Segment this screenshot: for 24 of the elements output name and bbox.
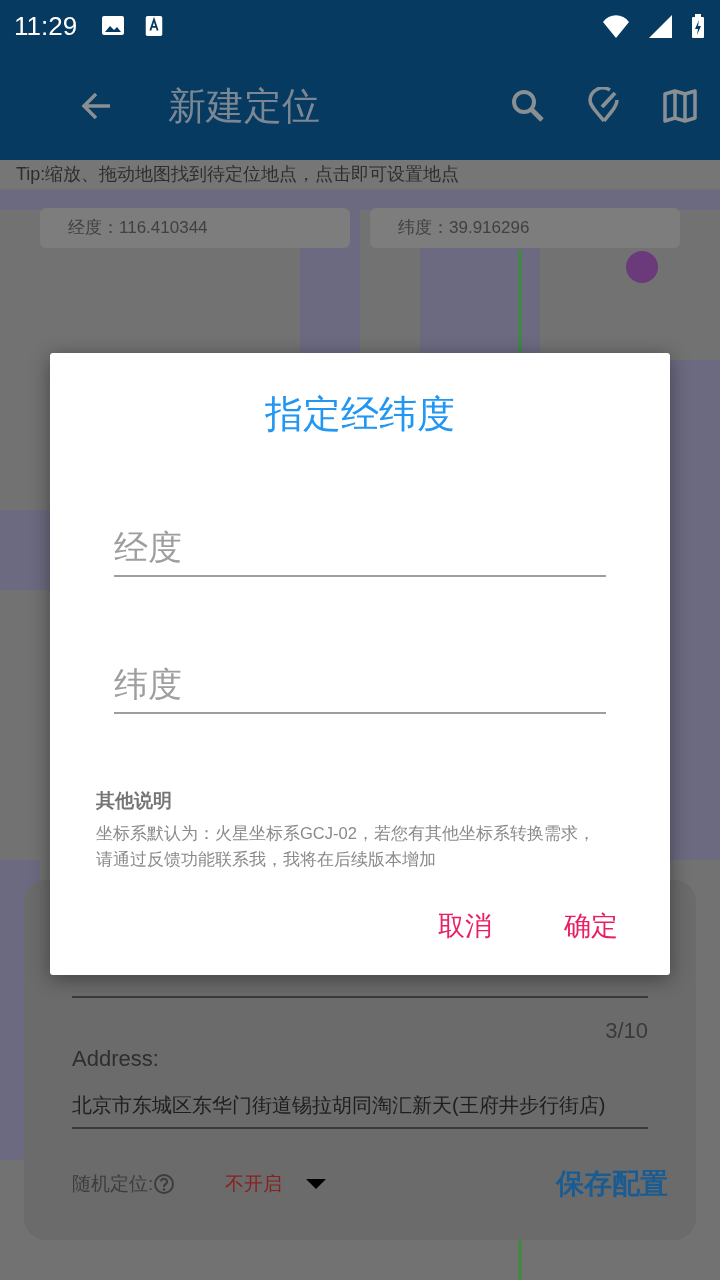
signal-icon — [648, 14, 672, 38]
dialog-button[interactable]: 取消 — [426, 898, 504, 954]
note-title: 其他说明 — [96, 789, 173, 813]
pin-edit-icon[interactable] — [586, 87, 622, 125]
status-time: 11:29 — [14, 10, 78, 42]
random-location-dropdown[interactable]: 不开启 — [225, 1171, 283, 1197]
dialog-title: 指定经纬度 — [264, 392, 456, 437]
input-field[interactable]: 经度 — [114, 520, 606, 577]
dialog-button[interactable]: 确定 — [552, 898, 630, 954]
dropdown-caret-icon[interactable] — [306, 1179, 327, 1189]
map-icon[interactable] — [662, 88, 698, 124]
address-label: Address: — [72, 1046, 160, 1072]
search-icon[interactable] — [510, 88, 546, 124]
image-icon — [101, 14, 126, 38]
tip-text: Tip:缩放、拖动地图找到待定位地点，点击即可设置地点 — [0, 160, 720, 188]
latitude-card: 纬度：39.916296 — [370, 208, 680, 248]
note-text: 坐标系默认为：火星坐标系GCJ-02，若您有其他坐标系转换需求，请通过反馈功能联系我，我将在后续版本增加 — [96, 823, 596, 870]
toolbar-title: 新建定位 — [168, 83, 321, 129]
address-field[interactable]: 北京市东城区东华门街道锡拉胡同淘汇新天(王府井步行街店) — [72, 1072, 648, 1129]
wifi-icon — [602, 14, 630, 38]
longitude-card: 经度：116.410344 — [40, 208, 350, 248]
input-field[interactable]: 纬度 — [114, 657, 606, 714]
help-icon — [153, 1173, 176, 1195]
battery-icon — [690, 14, 706, 38]
